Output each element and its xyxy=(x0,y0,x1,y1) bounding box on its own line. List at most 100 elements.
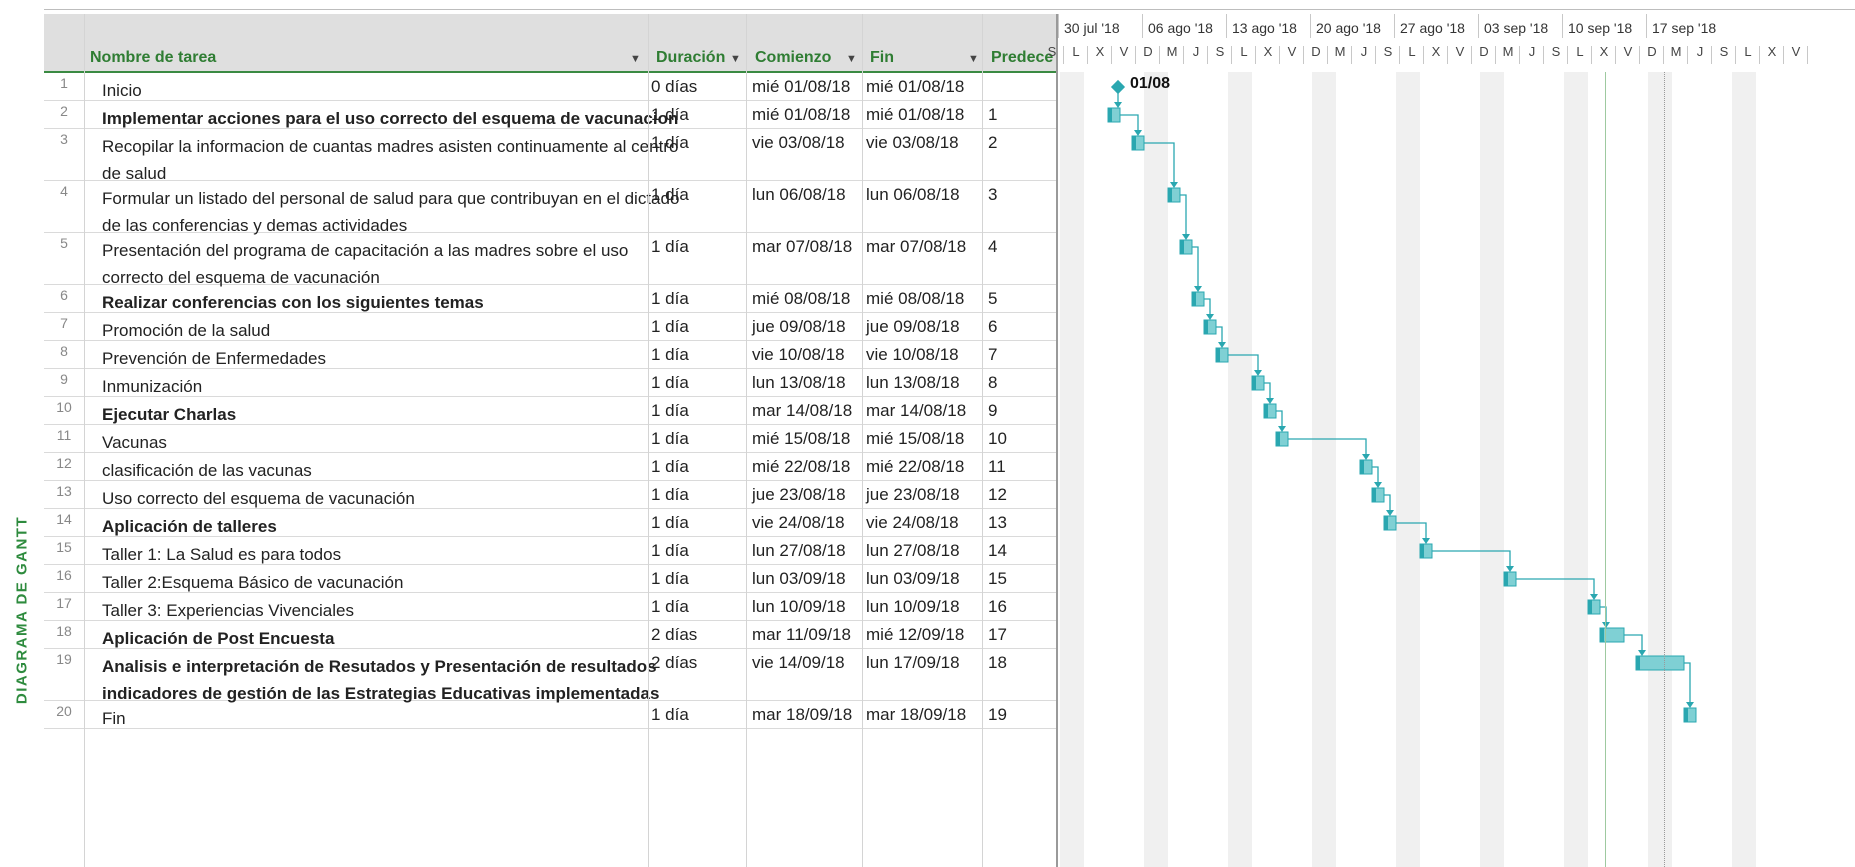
task-finish[interactable]: mié 01/08/18 xyxy=(866,105,964,125)
row-number[interactable]: 16 xyxy=(44,567,84,583)
task-name[interactable]: Vacunas xyxy=(102,429,680,456)
task-duration[interactable]: 1 día xyxy=(651,317,689,337)
task-predecessors[interactable]: 3 xyxy=(988,185,997,205)
row-number[interactable]: 8 xyxy=(44,343,84,359)
table-row[interactable]: 18 Aplicación de Post Encuesta 2 días mar 1… xyxy=(44,621,1056,649)
task-predecessors[interactable]: 7 xyxy=(988,345,997,365)
row-number[interactable]: 3 xyxy=(44,131,84,147)
row-number[interactable]: 5 xyxy=(44,235,84,251)
task-start[interactable]: lun 27/08/18 xyxy=(752,541,846,561)
row-number[interactable]: 12 xyxy=(44,455,84,471)
task-finish[interactable]: vie 24/08/18 xyxy=(866,513,959,533)
table-row[interactable]: 12 clasificación de las vacunas 1 día mié 2… xyxy=(44,453,1056,481)
task-duration[interactable]: 1 día xyxy=(651,401,689,421)
task-duration[interactable]: 1 día xyxy=(651,569,689,589)
task-start[interactable]: mar 11/09/18 xyxy=(752,625,851,645)
task-start[interactable]: vie 14/09/18 xyxy=(752,653,845,673)
task-predecessors[interactable]: 13 xyxy=(988,513,1007,533)
row-number[interactable]: 15 xyxy=(44,539,84,555)
task-name[interactable]: Inmunización xyxy=(102,373,680,400)
row-number[interactable]: 13 xyxy=(44,483,84,499)
task-predecessors[interactable]: 12 xyxy=(988,485,1007,505)
task-finish[interactable]: mié 12/09/18 xyxy=(866,625,964,645)
task-name[interactable]: Taller 2:Esquema Básico de vacunación xyxy=(102,569,680,596)
task-duration[interactable]: 1 día xyxy=(651,345,689,365)
task-predecessors[interactable]: 4 xyxy=(988,237,997,257)
task-duration[interactable]: 1 día xyxy=(651,597,689,617)
task-finish[interactable]: lun 27/08/18 xyxy=(866,541,960,561)
task-start[interactable]: jue 23/08/18 xyxy=(752,485,846,505)
task-finish[interactable]: lun 10/09/18 xyxy=(866,597,960,617)
table-row[interactable]: 19 Analisis e interpretación de Resutados… xyxy=(44,649,1056,703)
task-finish[interactable]: lun 06/08/18 xyxy=(866,185,960,205)
task-start[interactable]: mié 01/08/18 xyxy=(752,105,850,125)
task-finish[interactable]: mié 22/08/18 xyxy=(866,457,964,477)
task-start[interactable]: lun 06/08/18 xyxy=(752,185,846,205)
table-row[interactable]: 13 Uso correcto del esquema de vacunación… xyxy=(44,481,1056,509)
split-bar[interactable] xyxy=(1056,14,1058,867)
task-start[interactable]: mar 14/08/18 xyxy=(752,401,852,421)
task-finish[interactable]: lun 17/09/18 xyxy=(866,653,960,673)
task-name[interactable]: Taller 3: Experiencias Vivenciales xyxy=(102,597,680,624)
filter-arrow-duration-icon[interactable]: ▼ xyxy=(730,53,741,65)
task-start[interactable]: mié 08/08/18 xyxy=(752,289,850,309)
task-finish[interactable]: lun 13/08/18 xyxy=(866,373,960,393)
task-duration[interactable]: 1 día xyxy=(651,373,689,393)
task-finish[interactable]: mié 01/08/18 xyxy=(866,77,964,97)
task-predecessors[interactable]: 18 xyxy=(988,653,1007,673)
table-row[interactable]: 1 Inicio 0 días mié 01/08/18 mié 01/08/18 xyxy=(44,73,1056,101)
table-row[interactable]: 5 Presentación del programa de capacitaci… xyxy=(44,233,1056,287)
task-name[interactable]: Uso correcto del esquema de vacunación xyxy=(102,485,680,512)
table-row[interactable]: 14 Aplicación de talleres 1 día vie 24/08/1… xyxy=(44,509,1056,537)
filter-arrow-finish-icon[interactable]: ▼ xyxy=(968,53,979,65)
task-name[interactable]: clasificación de las vacunas xyxy=(102,457,680,484)
table-row[interactable]: 6 Realizar conferencias con los siguiente… xyxy=(44,285,1056,313)
task-finish[interactable]: jue 23/08/18 xyxy=(866,485,960,505)
task-finish[interactable]: mar 07/08/18 xyxy=(866,237,966,257)
task-start[interactable]: mar 07/08/18 xyxy=(752,237,852,257)
row-number[interactable]: 14 xyxy=(44,511,84,527)
task-predecessors[interactable]: 10 xyxy=(988,429,1007,449)
row-number[interactable]: 7 xyxy=(44,315,84,331)
row-number[interactable]: 2 xyxy=(44,103,84,119)
column-header-finish[interactable]: Fin xyxy=(870,49,930,67)
task-duration[interactable]: 1 día xyxy=(651,237,689,257)
task-bar[interactable] xyxy=(1635,655,1685,671)
row-number[interactable]: 20 xyxy=(44,703,84,719)
task-predecessors[interactable]: 2 xyxy=(988,133,997,153)
table-row[interactable]: 20 Fin 1 día mar 18/09/18 mar 18/09/18 19 xyxy=(44,701,1056,729)
task-finish[interactable]: mié 08/08/18 xyxy=(866,289,964,309)
task-name[interactable]: Presentación del programa de capacitació… xyxy=(102,237,680,291)
row-number[interactable]: 9 xyxy=(44,371,84,387)
table-row[interactable]: 10 Ejecutar Charlas 1 día mar 14/08/18 mar 1… xyxy=(44,397,1056,425)
column-header-name[interactable]: Nombre de tarea xyxy=(90,49,590,67)
task-duration[interactable]: 1 día xyxy=(651,289,689,309)
task-duration[interactable]: 2 días xyxy=(651,625,697,645)
table-row[interactable]: 2 Implementar acciones para el uso correc… xyxy=(44,101,1056,129)
task-start[interactable]: mar 18/09/18 xyxy=(752,705,852,725)
task-duration[interactable]: 1 día xyxy=(651,429,689,449)
task-duration[interactable]: 1 día xyxy=(651,185,689,205)
task-predecessors[interactable]: 15 xyxy=(988,569,1007,589)
task-predecessors[interactable]: 16 xyxy=(988,597,1007,617)
row-number[interactable]: 18 xyxy=(44,623,84,639)
task-start[interactable]: vie 10/08/18 xyxy=(752,345,845,365)
table-row[interactable]: 11 Vacunas 1 día mié 15/08/18 mié 15/08/18 10 xyxy=(44,425,1056,453)
task-name[interactable]: Taller 1: La Salud es para todos xyxy=(102,541,680,568)
task-name[interactable]: Recopilar la informacion de cuantas madr… xyxy=(102,133,680,187)
task-start[interactable]: vie 03/08/18 xyxy=(752,133,845,153)
task-start[interactable]: vie 24/08/18 xyxy=(752,513,845,533)
task-name[interactable]: Realizar conferencias con los siguientes… xyxy=(102,289,680,316)
task-start[interactable]: lun 13/08/18 xyxy=(752,373,846,393)
task-start[interactable]: jue 09/08/18 xyxy=(752,317,846,337)
task-start[interactable]: mié 01/08/18 xyxy=(752,77,850,97)
table-row[interactable]: 8 Prevención de Enfermedades 1 día vie 10/0… xyxy=(44,341,1056,369)
filter-arrow-name-icon[interactable]: ▼ xyxy=(630,53,641,65)
task-duration[interactable]: 1 día xyxy=(651,105,689,125)
row-number[interactable]: 17 xyxy=(44,595,84,611)
task-name[interactable]: Aplicación de Post Encuesta xyxy=(102,625,680,652)
task-predecessors[interactable]: 9 xyxy=(988,401,997,421)
task-finish[interactable]: vie 10/08/18 xyxy=(866,345,959,365)
task-finish[interactable]: lun 03/09/18 xyxy=(866,569,960,589)
task-predecessors[interactable]: 17 xyxy=(988,625,1007,645)
